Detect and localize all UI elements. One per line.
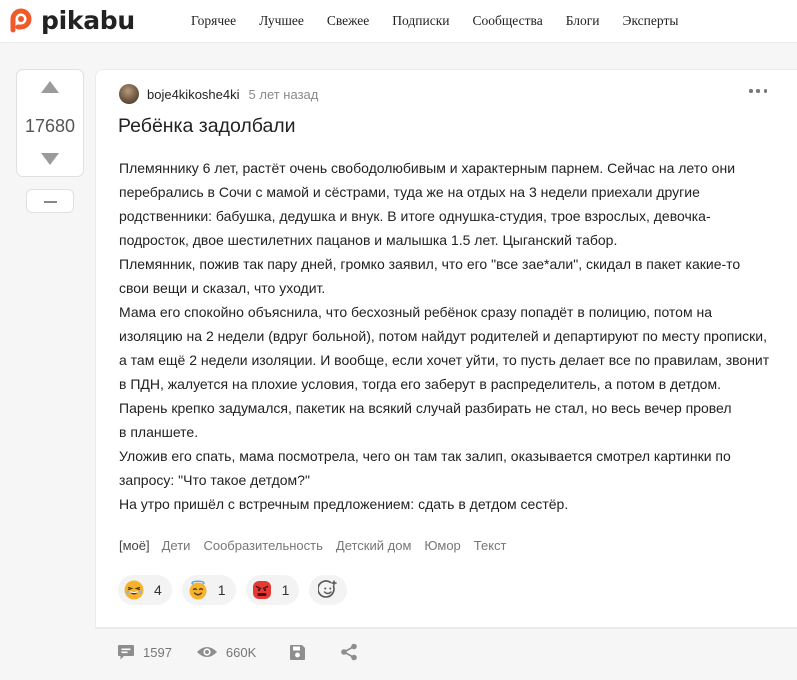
reaction-laughing[interactable]: 4	[118, 575, 172, 605]
add-reaction-button[interactable]	[309, 575, 348, 605]
post-author: boje4kikoshe4ki 5 лет назад	[119, 84, 318, 104]
post-line: свои вещи и сказал, что уходит.	[119, 280, 326, 296]
tag-mine[interactable]: [моё]	[119, 538, 150, 553]
post-line: На утро пришёл с встречным предложением:…	[119, 496, 569, 512]
angry-face-icon	[252, 581, 271, 599]
post-line: изоляцию на 2 недели (вдруг больной), по…	[119, 328, 767, 344]
pikabu-logo[interactable]: pikabu	[8, 5, 135, 35]
post-line: Мама его спокойно объяснила, что бесхозн…	[119, 304, 712, 320]
pikabu-logo-icon	[10, 8, 32, 33]
tag-list: [моё] Дети Сообразительность Детский дом…	[119, 538, 520, 553]
reaction-count: 1	[217, 582, 226, 598]
add-reaction-smiley-icon	[318, 580, 338, 598]
tag-orphanage[interactable]: Детский дом	[336, 538, 412, 553]
reactions-bar: 4 1 1	[118, 575, 348, 605]
tag-humor[interactable]: Юмор	[424, 538, 460, 553]
post-line: Уложив его спать, мама посмотрела, чего …	[119, 448, 731, 464]
vote-panel: 17680	[16, 69, 84, 177]
tag-text[interactable]: Текст	[474, 538, 507, 553]
nav-best[interactable]: Лучшее	[259, 13, 304, 29]
comment-icon	[118, 644, 134, 659]
reaction-count: 4	[154, 582, 162, 598]
reaction-angel[interactable]: 1	[181, 575, 236, 605]
main-nav: Горячее Лучшее Свежее Подписки Сообществ…	[191, 13, 701, 29]
nav-hot[interactable]: Горячее	[191, 13, 236, 29]
post-card: boje4kikoshe4ki 5 лет назад Ребёнка задо…	[95, 69, 797, 629]
post-line: подросток, двое шестилетних пацанов и ма…	[119, 232, 618, 248]
tag-children[interactable]: Дети	[162, 538, 191, 553]
nav-experts[interactable]: Эксперты	[623, 13, 679, 29]
post-footer-divider	[96, 627, 797, 628]
minus-button[interactable]	[26, 189, 74, 213]
upvote-arrow-icon[interactable]	[41, 81, 59, 93]
post-line: а там ещё 2 недели изоляции. И вообще, е…	[119, 352, 770, 368]
reaction-count: 1	[281, 582, 290, 598]
post-line: запросу: "Что такое детдом?"	[119, 472, 310, 488]
rating-count: 17680	[24, 116, 76, 136]
post-line: Племяннику 6 лет, растёт очень свободолю…	[119, 160, 736, 176]
eye-icon	[196, 647, 217, 657]
post-line: Племянник, пожив так пару дней, громко з…	[119, 256, 741, 272]
post-stats: 1597 660K	[117, 643, 358, 661]
tag-smartness[interactable]: Сообразительность	[203, 538, 322, 553]
more-options-icon[interactable]	[749, 88, 767, 94]
views-stat: 660K	[196, 645, 256, 660]
share-stat[interactable]	[340, 643, 358, 661]
nav-communities[interactable]: Сообщества	[473, 13, 543, 29]
comments-stat[interactable]: 1597	[117, 644, 172, 661]
angel-face-icon	[189, 580, 207, 600]
avatar[interactable]	[119, 84, 139, 104]
post-body: Племяннику 6 лет, растёт очень свободолю…	[119, 156, 774, 516]
reaction-angry[interactable]: 1	[245, 575, 300, 605]
save-stat[interactable]	[289, 644, 306, 661]
post-line: перебрались в Сочи с мамой и сёстрами, т…	[119, 184, 700, 200]
nav-subscriptions[interactable]: Подписки	[392, 13, 449, 29]
author-name[interactable]: boje4kikoshe4ki	[147, 87, 240, 102]
views-count: 660K	[225, 644, 257, 660]
top-header: pikabu Горячее Лучшее Свежее Подписки Со…	[0, 0, 797, 43]
post-time: 5 лет назад	[248, 86, 319, 102]
post-line: в ПДН, жалуется на плохие условия, тогда…	[119, 376, 721, 392]
downvote-arrow-icon[interactable]	[41, 153, 59, 165]
post-line: Парень крепко задумался, пакетик на всяк…	[119, 400, 732, 416]
logo-text: pikabu	[41, 5, 135, 35]
nav-fresh[interactable]: Свежее	[327, 13, 369, 29]
post-title[interactable]: Ребёнка задолбали	[118, 115, 296, 138]
save-icon	[290, 644, 306, 660]
post-line: родственники: бабушка, дедушка и внук. В…	[119, 208, 711, 224]
minus-icon	[44, 201, 57, 203]
laughing-face-icon	[124, 580, 144, 600]
share-icon	[341, 643, 358, 661]
comments-count: 1597	[143, 644, 172, 660]
post-line: в планшете.	[119, 424, 199, 440]
nav-blogs[interactable]: Блоги	[566, 13, 600, 29]
